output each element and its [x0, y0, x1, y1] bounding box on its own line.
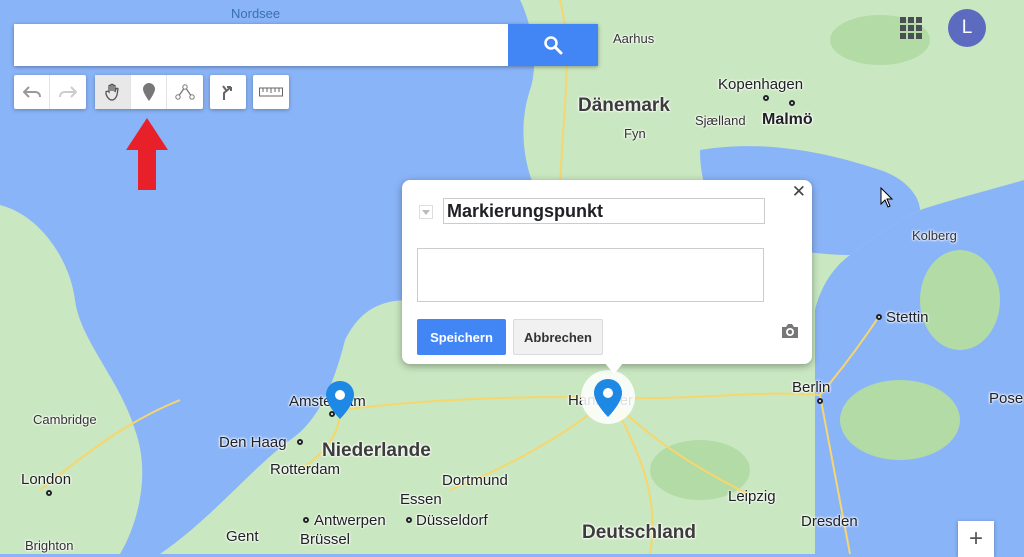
search-input[interactable] — [14, 24, 508, 66]
measure-toolbar — [253, 75, 289, 109]
ruler-icon — [259, 87, 283, 97]
zoom-in-button[interactable]: + — [958, 521, 994, 557]
map-label-cambridge: Cambridge — [33, 412, 97, 427]
map-label-berlin: Berlin — [792, 379, 831, 396]
map-label-aarhus: Aarhus — [613, 31, 655, 46]
undo-button[interactable] — [14, 75, 50, 109]
redo-icon — [59, 86, 77, 98]
map-label-antwerpen: Antwerpen — [314, 512, 386, 529]
map-label-brighton: Brighton — [25, 538, 74, 553]
map-label-nordsee: Nordsee — [231, 6, 281, 21]
map-label-danemark: Dänemark — [578, 95, 670, 116]
marker-info-window: ✕ Speichern Abbrechen — [402, 180, 812, 374]
route-toolbar — [210, 75, 246, 109]
city-dot-stettin — [876, 314, 882, 320]
pan-tool-button[interactable] — [95, 75, 131, 109]
map-marker-amsterdam[interactable] — [326, 381, 354, 419]
polyline-icon — [175, 84, 195, 100]
route-icon — [222, 85, 232, 100]
draw-line-button[interactable] — [167, 75, 203, 109]
search-icon — [544, 36, 563, 55]
map-label-london: London — [21, 471, 72, 488]
add-directions-button[interactable] — [210, 75, 246, 109]
map-label-brussel: Brüssel — [300, 531, 351, 548]
city-dot-kopenhagen — [763, 95, 769, 101]
map-label-dusseldorf: Düsseldorf — [416, 512, 488, 529]
city-dot-den-haag — [297, 439, 303, 445]
map-label-fyn: Fyn — [624, 126, 646, 141]
map-label-posen: Pose — [989, 390, 1024, 407]
popup-pointer — [604, 362, 624, 374]
map-label-stettin: Stettin — [886, 309, 929, 326]
map-label-dortmund: Dortmund — [442, 472, 508, 489]
apps-grid-icon[interactable] — [900, 17, 922, 39]
drawing-toolbar — [95, 75, 203, 109]
measure-distance-button[interactable] — [253, 75, 289, 109]
style-dropdown[interactable] — [419, 205, 433, 219]
map-label-sjaelland: Sjælland — [695, 113, 746, 128]
city-dot-dusseldorf — [406, 517, 412, 523]
chevron-down-icon — [422, 209, 430, 215]
map-label-niederlande: Niederlande — [322, 440, 431, 461]
save-button[interactable]: Speichern — [417, 319, 506, 355]
map-label-kopenhagen: Kopenhagen — [718, 76, 804, 93]
marker-title-input[interactable] — [443, 198, 765, 224]
search-button[interactable] — [508, 24, 598, 66]
city-dot-berlin — [817, 398, 823, 404]
search-bar — [14, 24, 598, 66]
city-dot-malmo — [789, 100, 795, 106]
map-label-rotterdam: Rotterdam — [270, 461, 341, 478]
map-label-gent: Gent — [226, 528, 259, 545]
mouse-cursor-icon — [880, 187, 894, 208]
map-label-kolberg: Kolberg — [912, 228, 957, 243]
map-marker-hannover[interactable] — [594, 379, 622, 417]
undo-icon — [22, 86, 41, 98]
map-label-dresden: Dresden — [801, 513, 858, 530]
city-dot-antwerpen — [303, 517, 309, 523]
add-marker-button[interactable] — [131, 75, 167, 109]
account-avatar[interactable]: L — [948, 9, 986, 47]
hand-icon — [104, 83, 119, 101]
city-dot-london — [46, 490, 52, 496]
map-label-essen: Essen — [400, 491, 442, 508]
map-label-den-haag: Den Haag — [219, 434, 287, 451]
map-label-deutschland: Deutschland — [582, 522, 697, 543]
marker-description-textarea[interactable] — [417, 248, 764, 302]
camera-icon[interactable] — [780, 323, 800, 339]
cancel-button[interactable]: Abbrechen — [513, 319, 603, 355]
map-label-malmo: Malmö — [762, 111, 813, 128]
map-label-leipzig: Leipzig — [728, 488, 776, 505]
marker-icon — [142, 83, 155, 101]
close-popup-button[interactable]: ✕ — [792, 182, 806, 202]
redo-button[interactable] — [50, 75, 86, 109]
history-toolbar — [14, 75, 86, 109]
